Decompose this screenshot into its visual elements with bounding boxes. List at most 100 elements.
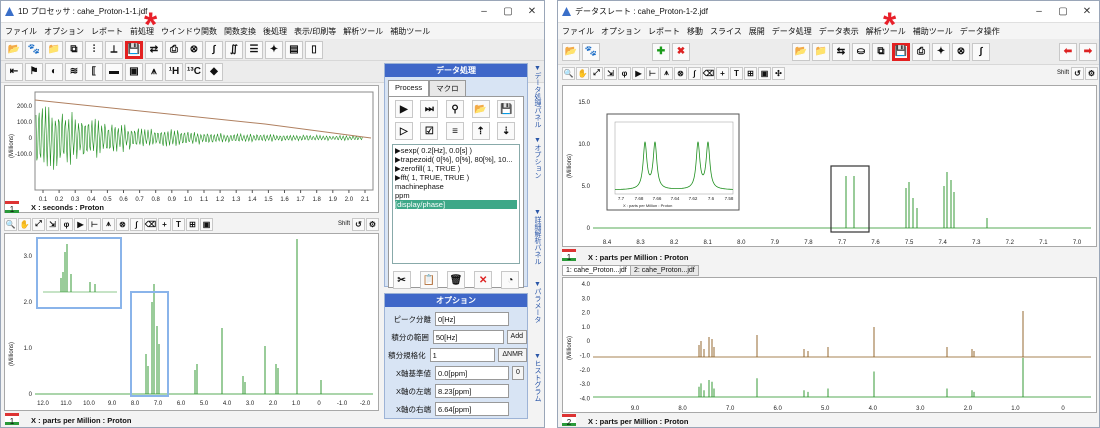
settings-icon[interactable]: ⚙ [366, 217, 379, 231]
tab-macro[interactable]: マクロ [429, 80, 466, 96]
proton-icon[interactable]: ¹H [165, 62, 183, 81]
option-input[interactable]: 0.0[ppm] [435, 366, 509, 380]
menu-item-5[interactable]: 関数変換 [224, 26, 256, 37]
menu-item-0[interactable]: ファイル [5, 26, 37, 37]
phase-icon[interactable]: φ [60, 217, 73, 231]
diamond-icon[interactable]: ◆ [205, 62, 223, 81]
side-tab[interactable]: ▼ヒストグラム [530, 353, 542, 402]
cut-icon[interactable]: ✂ [392, 271, 411, 289]
option-input[interactable]: 6.64[ppm] [435, 402, 509, 416]
step-icon[interactable]: ⏭ [420, 100, 439, 118]
menu-item-3[interactable]: 移動 [687, 26, 703, 37]
range-icon[interactable]: ⊢ [88, 217, 101, 231]
bar-icon[interactable]: ▬ [105, 62, 123, 81]
list-add-icon[interactable]: ≡ [445, 122, 464, 140]
cross-icon[interactable]: ✣ [772, 66, 785, 80]
stack-icon[interactable]: ☰ [245, 40, 263, 59]
option-input[interactable]: 50[Hz] [432, 330, 504, 344]
zoom-icon[interactable]: 🔍 [562, 66, 575, 80]
menu-item-4[interactable]: ウインドウ関数 [161, 26, 217, 37]
reset-icon[interactable]: ↺ [1071, 66, 1084, 80]
open-folder-icon[interactable]: 📂 [5, 40, 23, 59]
menu-item-9[interactable]: 補助ツール [913, 26, 953, 37]
transfer-icon[interactable]: ⇆ [832, 42, 850, 61]
list-up-icon[interactable]: ⇡ [471, 122, 490, 140]
maximize-button[interactable]: ▢ [496, 6, 520, 17]
process-step[interactable]: [display/phase] [395, 200, 517, 209]
integral-icon[interactable]: ∫ [205, 40, 223, 59]
clear-icon[interactable]: ◔ [501, 271, 520, 289]
settings-icon[interactable]: ⚙ [1085, 66, 1098, 80]
expand-icon[interactable]: ⤢ [590, 66, 603, 80]
play-icon[interactable]: ▷ [394, 122, 413, 140]
plus-icon[interactable]: + [158, 217, 171, 231]
remove-icon[interactable]: ✕ [474, 271, 493, 289]
print-icon[interactable]: ⎙ [165, 40, 183, 59]
delete-list-icon[interactable]: 🗑 [446, 271, 465, 289]
folder-icon[interactable]: 📂 [792, 42, 810, 61]
option-button[interactable]: 0 [512, 366, 524, 380]
process-step[interactable]: ▶sexp( 0.2[Hz], 0.0[s] ) [395, 146, 517, 155]
minimize-button[interactable]: – [472, 6, 496, 17]
option-input[interactable]: 0[Hz] [435, 312, 509, 326]
process-step[interactable]: machinephase [395, 182, 517, 191]
tab-process[interactable]: Process [388, 80, 430, 96]
save-data-icon[interactable]: 💾 [892, 42, 910, 61]
menu-item-8[interactable]: 解析ツール [343, 26, 383, 37]
fit-icon[interactable]: ▣ [758, 66, 771, 80]
range-icon[interactable]: ⊢ [646, 66, 659, 80]
hand-icon[interactable]: ✋ [576, 66, 589, 80]
list-down-icon[interactable]: ⇣ [497, 122, 516, 140]
spectrum-icon[interactable]: ⟂ [105, 40, 123, 59]
peak-mark-icon[interactable]: ⩚ [102, 217, 115, 231]
cat-icon[interactable]: 🐾 [582, 42, 600, 61]
menu-item-4[interactable]: スライス [710, 26, 742, 37]
text-icon[interactable]: T [172, 217, 185, 231]
process-step[interactable]: ▶trapezoid( 0[%], 0[%], 80[%], 10... [395, 155, 517, 164]
process-list[interactable]: ▶sexp( 0.2[Hz], 0.0[s] ) ▶trapezoid( 0[%]… [392, 144, 520, 264]
menu-item-6[interactable]: 後処理 [263, 26, 287, 37]
add-icon[interactable]: ✚ [652, 42, 670, 61]
save-data-icon[interactable]: 💾 [125, 40, 143, 59]
pointer-icon[interactable]: ⇲ [46, 217, 59, 231]
menu-item-7[interactable]: 表示/印刷等 [294, 26, 336, 37]
menu-item-1[interactable]: オプション [44, 26, 84, 37]
grid-icon[interactable]: ⊞ [744, 66, 757, 80]
maximize-button[interactable]: ▢ [1051, 6, 1075, 17]
side-tab[interactable]: ▼オプション [530, 137, 542, 179]
minimize-button[interactable]: – [1027, 6, 1051, 17]
close-button[interactable]: ✕ [1075, 6, 1099, 17]
menu-item-1[interactable]: オプション [601, 26, 641, 37]
expand-icon[interactable]: ⤢ [32, 217, 45, 231]
paste-icon[interactable]: 📋 [419, 271, 438, 289]
carbon-icon[interactable]: ¹³C [185, 62, 203, 81]
pointer-icon[interactable]: ⇲ [604, 66, 617, 80]
invert-icon[interactable]: ◐ [45, 62, 63, 81]
cursor-icon[interactable]: ▶ [74, 217, 87, 231]
option-button[interactable]: ΔNMR [498, 348, 527, 362]
copy-icon[interactable]: ⧉ [872, 42, 890, 61]
fit-icon[interactable]: ▣ [200, 217, 213, 231]
peak-mark-icon[interactable]: ⩚ [660, 66, 673, 80]
target-icon[interactable]: ⊗ [185, 40, 203, 59]
hand-icon[interactable]: ✋ [18, 217, 31, 231]
menu-item-2[interactable]: レポート [91, 26, 123, 37]
arrow-left-icon[interactable]: ⇤ [5, 62, 23, 81]
arrow-left-icon[interactable]: ⬅ [1059, 42, 1077, 61]
option-button[interactable]: Add [506, 330, 527, 344]
check-icon[interactable]: ☑ [420, 122, 439, 140]
menu-item-7[interactable]: データ表示 [819, 26, 859, 37]
peakpick-icon[interactable]: ⩚ [145, 62, 163, 81]
reset-icon[interactable]: ↺ [352, 217, 365, 231]
print-icon[interactable]: ⎙ [912, 42, 930, 61]
grid-icon[interactable]: ⊞ [186, 217, 199, 231]
menu-item-0[interactable]: ファイル [562, 26, 594, 37]
integral-icon[interactable]: ∫ [972, 42, 990, 61]
page-icon[interactable]: ▯ [305, 40, 323, 59]
option-input[interactable]: 1 [429, 348, 496, 362]
menu-item-6[interactable]: データ処理 [772, 26, 812, 37]
tool-icon[interactable]: ✦ [932, 42, 950, 61]
menu-item-5[interactable]: 展開 [749, 26, 765, 37]
side-tab[interactable]: ▼詳細解析パネル [530, 209, 542, 265]
option-input[interactable]: 8.23[ppm] [435, 384, 509, 398]
